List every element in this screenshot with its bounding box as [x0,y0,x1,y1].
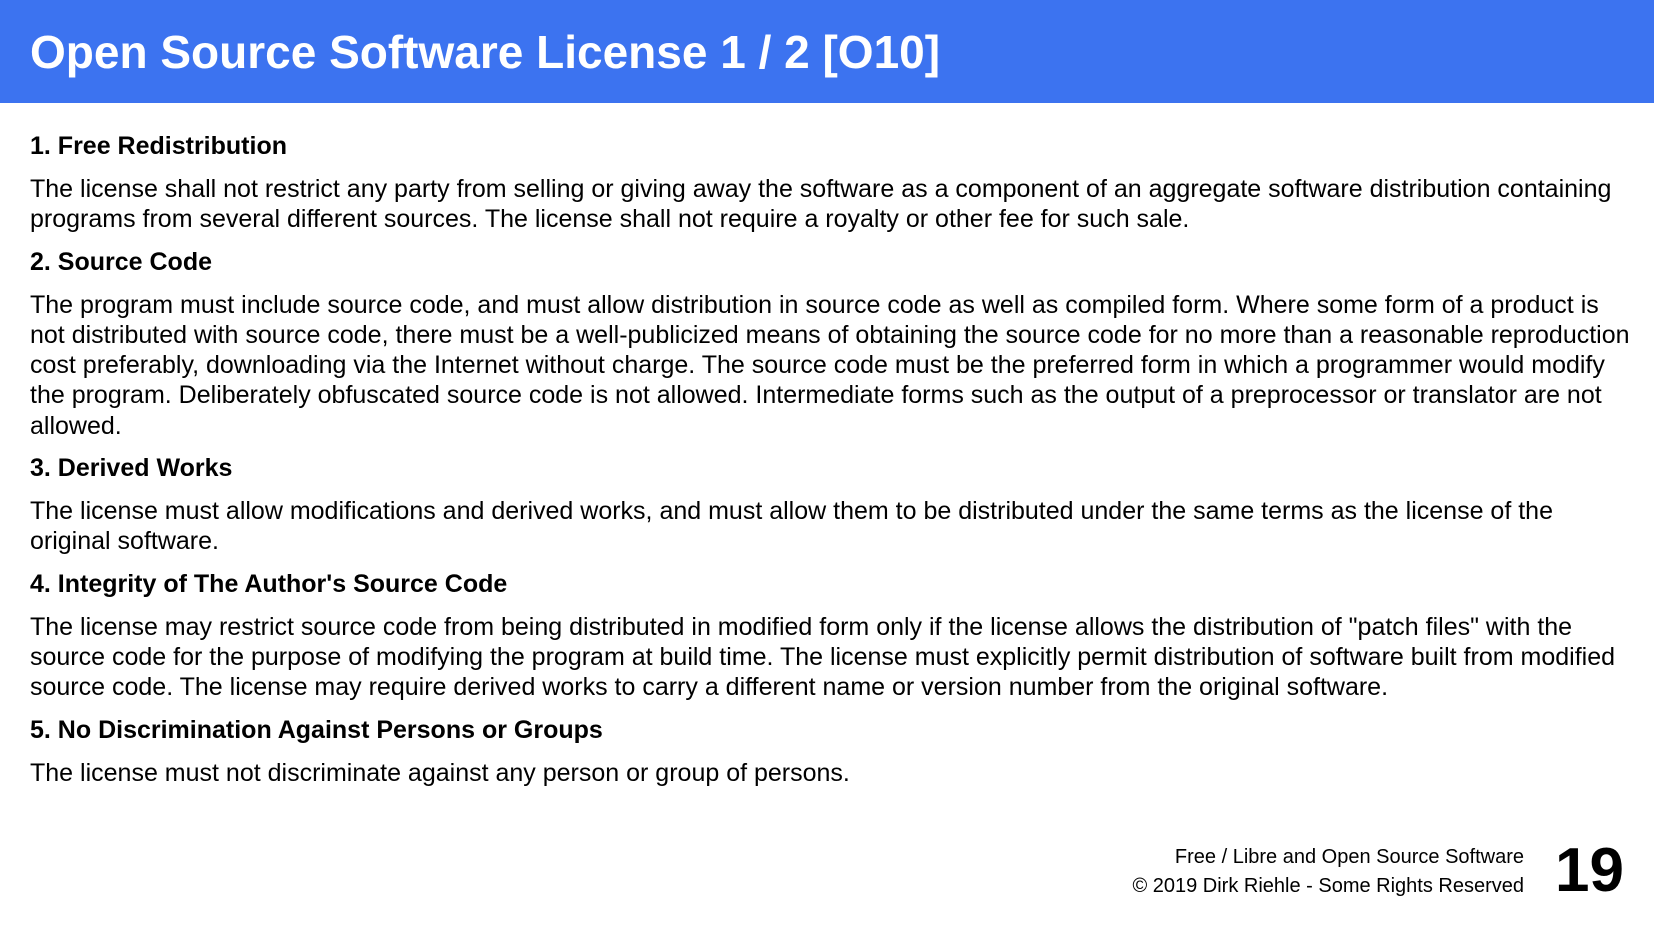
section-no-discrimination: 5. No Discrimination Against Persons or … [30,714,1630,788]
slide-content: 1. Free Redistribution The license shall… [30,130,1630,799]
section-heading: 5. No Discrimination Against Persons or … [30,715,603,744]
section-body: The license shall not restrict any party… [30,175,1612,234]
footer-course-title: Free / Libre and Open Source Software [1174,846,1524,868]
section-integrity-of-source: 4. Integrity of The Author's Source Code… [30,568,1630,703]
section-source-code: 2. Source Code The program must include … [30,246,1630,441]
section-heading: 3. Derived Works [30,454,233,483]
section-body: The license must allow modifications and… [30,497,1553,556]
section-body: The license may restrict source code fro… [30,612,1615,702]
slide: Open Source Software License 1 / 2 [O10]… [0,0,1654,931]
footer: Free / Libre and Open Source Software © … [1132,843,1524,901]
footer-copyright: © 2019 Dirk Riehle - Some Rights Reserve… [1132,875,1524,897]
section-free-redistribution: 1. Free Redistribution The license shall… [30,130,1630,235]
section-derived-works: 3. Derived Works The license must allow … [30,452,1630,557]
section-body: The program must include source code, an… [30,290,1630,440]
page-number: 19 [1555,836,1624,905]
title-bar: Open Source Software License 1 / 2 [O10] [0,0,1654,103]
section-heading: 2. Source Code [30,247,212,276]
section-body: The license must not discriminate agains… [30,758,850,787]
section-heading: 4. Integrity of The Author's Source Code [30,569,508,598]
slide-title: Open Source Software License 1 / 2 [O10] [30,26,941,78]
section-heading: 1. Free Redistribution [30,132,287,160]
